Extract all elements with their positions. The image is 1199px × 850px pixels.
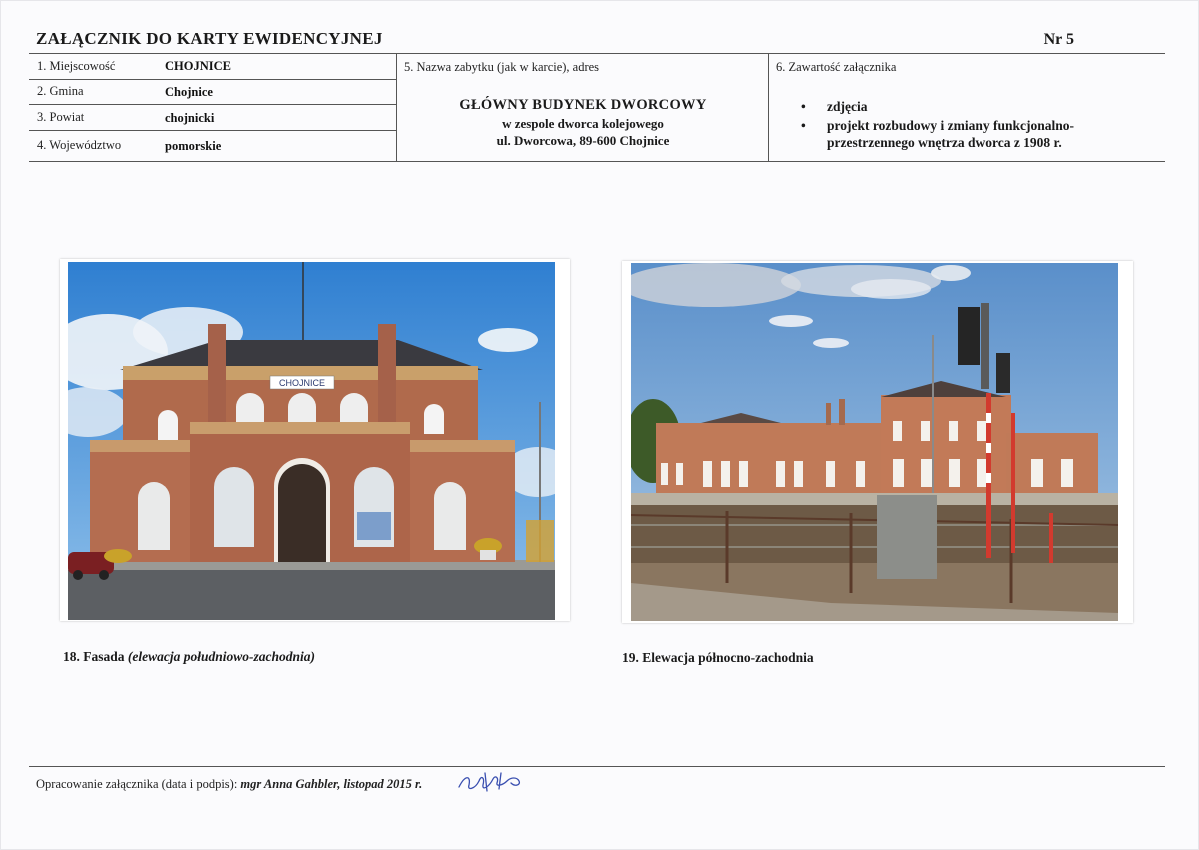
- footer-credit: Opracowanie załącznika (data i podpis): …: [36, 777, 422, 792]
- nazwa-label: 5. Nazwa zabytku (jak w karcie), adres: [404, 60, 600, 74]
- station-sign-text: CHOJNICE: [279, 378, 325, 388]
- bullet: •: [801, 99, 806, 114]
- miejscowosc-value: CHOJNICE: [165, 59, 231, 73]
- photo-caption-1: 18. Fasada (elewacja południowo-zachodni…: [63, 649, 316, 664]
- miejscowosc-label: 1. Miejscowość: [37, 59, 116, 73]
- gmina-value: Chojnice: [165, 85, 213, 99]
- list-item: • projekt rozbudowy i zmiany funkcjonaln…: [801, 118, 1075, 150]
- row-divider-2: [29, 104, 396, 105]
- contents-list: • zdjęcia • projekt rozbudowy i zmiany f…: [801, 98, 1074, 151]
- monument-name: GŁÓWNY BUDYNEK DWORCOWY: [459, 97, 707, 113]
- document-sheet: ZAŁĄCZNIK DO KARTY EWIDENCYJNEJ Nr 5 1. …: [0, 0, 1199, 850]
- bullet: •: [801, 118, 806, 133]
- row-divider-3: [29, 130, 396, 131]
- powiat-label: 3. Powiat: [37, 110, 85, 124]
- monument-name-block: GŁÓWNY BUDYNEK DWORCOWY w zespole dworca…: [397, 97, 769, 149]
- wojewodztwo-value: pomorskie: [165, 139, 222, 153]
- powiat-value: chojnicki: [165, 111, 215, 125]
- attachment-number: Nr 5: [1043, 31, 1074, 48]
- photo-caption-2: 19. Elewacja północno-zachodnia: [622, 650, 814, 665]
- photo-elevation: [631, 263, 1118, 621]
- document-title: ZAŁĄCZNIK DO KARTY EWIDENCYJNEJ: [36, 29, 383, 48]
- handwritten-signature: [458, 772, 521, 792]
- monument-complex: w zespole dworca kolejowego: [502, 116, 664, 131]
- footer-label: Opracowanie załącznika (data i podpis):: [36, 777, 241, 791]
- table-top-rule: [29, 53, 1165, 54]
- zawartosc-label: 6. Zawartość załącznika: [776, 60, 897, 74]
- footer-author: mgr Anna Gahbler, listopad 2015 r.: [240, 777, 423, 791]
- wojewodztwo-label: 4. Województwo: [37, 138, 122, 152]
- row-divider-1: [29, 79, 396, 80]
- gmina-label: 2. Gmina: [37, 84, 84, 98]
- list-item: • zdjęcia: [801, 99, 868, 114]
- photo-elevation-image: [631, 263, 1118, 621]
- footer-rule: [29, 766, 1165, 767]
- photo-facade-image: CHOJNICE: [68, 262, 555, 620]
- photo-facade: CHOJNICE: [68, 262, 555, 620]
- monument-address: ul. Dworcowa, 89-600 Chojnice: [496, 133, 670, 148]
- table-bottom-rule: [29, 161, 1165, 162]
